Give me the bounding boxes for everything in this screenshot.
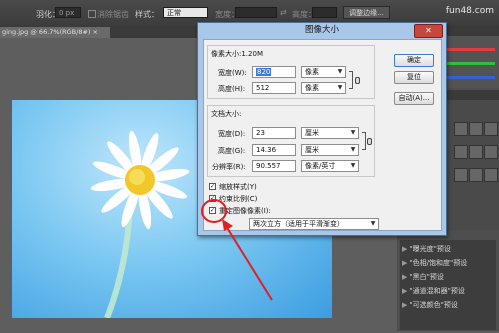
chevron-down-icon: ▼ bbox=[350, 146, 356, 153]
pixel-width-unit-select[interactable]: 像素 ▼ bbox=[301, 66, 346, 78]
antialias-label: 消除锯齿 bbox=[97, 10, 129, 19]
close-button[interactable]: ✕ bbox=[414, 24, 443, 38]
adjust-balance-icon[interactable] bbox=[469, 145, 483, 159]
chevron-down-icon: ▼ bbox=[350, 162, 356, 169]
resample-label: 重定图像像素(I): bbox=[219, 207, 271, 215]
feather-input[interactable]: 0 px bbox=[55, 7, 81, 18]
list-item[interactable]: ▶ "色相/饱和度"预设 bbox=[402, 257, 467, 270]
chevron-down-icon: ▼ bbox=[370, 220, 376, 227]
list-item[interactable]: ▶ "通道混和器"预设 bbox=[402, 285, 465, 298]
adjust-hue-icon[interactable] bbox=[454, 145, 468, 159]
style-label: 样式： bbox=[135, 10, 159, 19]
document-size-legend: 文档大小: bbox=[210, 109, 243, 119]
list-item[interactable]: ▶ "可选颜色"预设 bbox=[402, 299, 458, 312]
adjust-brightness-icon[interactable] bbox=[454, 122, 468, 136]
adjust-channel-icon[interactable] bbox=[454, 168, 468, 182]
adjust-threshold-icon[interactable] bbox=[484, 168, 498, 182]
adjust-levels-icon[interactable] bbox=[469, 122, 483, 136]
pixel-width-input[interactable]: 820 bbox=[252, 66, 296, 78]
resolution-label: 分辨率(R): bbox=[212, 163, 246, 171]
chevron-down-icon: ▼ bbox=[337, 84, 343, 91]
doc-width-input[interactable]: 23 bbox=[252, 127, 296, 139]
adjust-bw-icon[interactable] bbox=[484, 145, 498, 159]
pixel-dimensions-legend: 像素大小:1.20M bbox=[210, 49, 264, 59]
doc-link-bracket bbox=[362, 132, 366, 150]
doc-width-label: 宽度(D): bbox=[218, 130, 246, 138]
pixel-height-input[interactable]: 512 bbox=[252, 82, 296, 94]
style-select[interactable]: 正常 bbox=[163, 7, 208, 18]
auto-button[interactable]: 自动(A)... bbox=[394, 92, 434, 105]
doc-height-unit-select[interactable]: 厘米 ▼ bbox=[301, 144, 359, 156]
resample-checkbox[interactable]: ✓ bbox=[209, 207, 216, 214]
width-input[interactable] bbox=[235, 7, 277, 18]
pixel-link-bracket bbox=[349, 71, 353, 89]
close-icon: ✕ bbox=[425, 26, 432, 35]
reset-button[interactable]: 复位 bbox=[394, 71, 434, 84]
scale-styles-label: 缩放样式(Y) bbox=[219, 183, 257, 191]
constrain-proportions-label: 约束比例(C) bbox=[219, 195, 258, 203]
resolution-unit-select[interactable]: 像素/英寸 ▼ bbox=[301, 160, 359, 172]
pixel-height-unit-select[interactable]: 像素 ▼ bbox=[301, 82, 346, 94]
refine-edge-button[interactable]: 调整边缘... bbox=[343, 6, 390, 19]
constrain-proportions-checkbox[interactable]: ✓ bbox=[209, 195, 216, 202]
scale-styles-checkbox[interactable]: ✓ bbox=[209, 183, 216, 190]
watermark: fun48.com bbox=[445, 6, 494, 16]
resolution-input[interactable]: 90.557 bbox=[252, 160, 296, 172]
resample-method-select[interactable]: 两次立方（适用于平滑渐变） ▼ bbox=[249, 218, 379, 230]
antialias-checkbox[interactable] bbox=[88, 10, 96, 18]
dialog-body: 像素大小:1.20M 宽度(W): 820 像素 ▼ 高度(H): 512 像素 ▼… bbox=[203, 39, 442, 231]
doc-height-input[interactable]: 14.36 bbox=[252, 144, 296, 156]
doc-width-unit-select[interactable]: 厘米 ▼ bbox=[301, 127, 359, 139]
adjust-curves-icon[interactable] bbox=[484, 122, 498, 136]
list-item[interactable]: ▶ "黑白"预设 bbox=[402, 271, 444, 284]
chevron-down-icon: ▼ bbox=[337, 68, 343, 75]
document-tab[interactable]: ging.jpg @ 66.7%(RGB/8#) × bbox=[0, 27, 110, 38]
chain-link-icon bbox=[367, 138, 372, 145]
list-item[interactable]: ▶ "曝光度"预设 bbox=[402, 243, 451, 256]
adjust-invert-icon[interactable] bbox=[469, 168, 483, 182]
chevron-down-icon: ▼ bbox=[350, 129, 356, 136]
pixel-height-label: 高度(H): bbox=[218, 85, 246, 93]
height-input[interactable] bbox=[312, 7, 337, 18]
swap-icon[interactable]: ⇄ bbox=[280, 8, 287, 17]
doc-height-label: 高度(G): bbox=[218, 147, 246, 155]
image-size-dialog: 图像大小 ✕ 像素大小:1.20M 宽度(W): 820 像素 ▼ 高度(H): … bbox=[197, 22, 447, 236]
chain-link-icon bbox=[355, 77, 360, 84]
dialog-title: 图像大小 bbox=[304, 25, 339, 35]
ok-button[interactable]: 确定 bbox=[394, 54, 434, 67]
pixel-width-label: 宽度(W): bbox=[218, 69, 247, 77]
